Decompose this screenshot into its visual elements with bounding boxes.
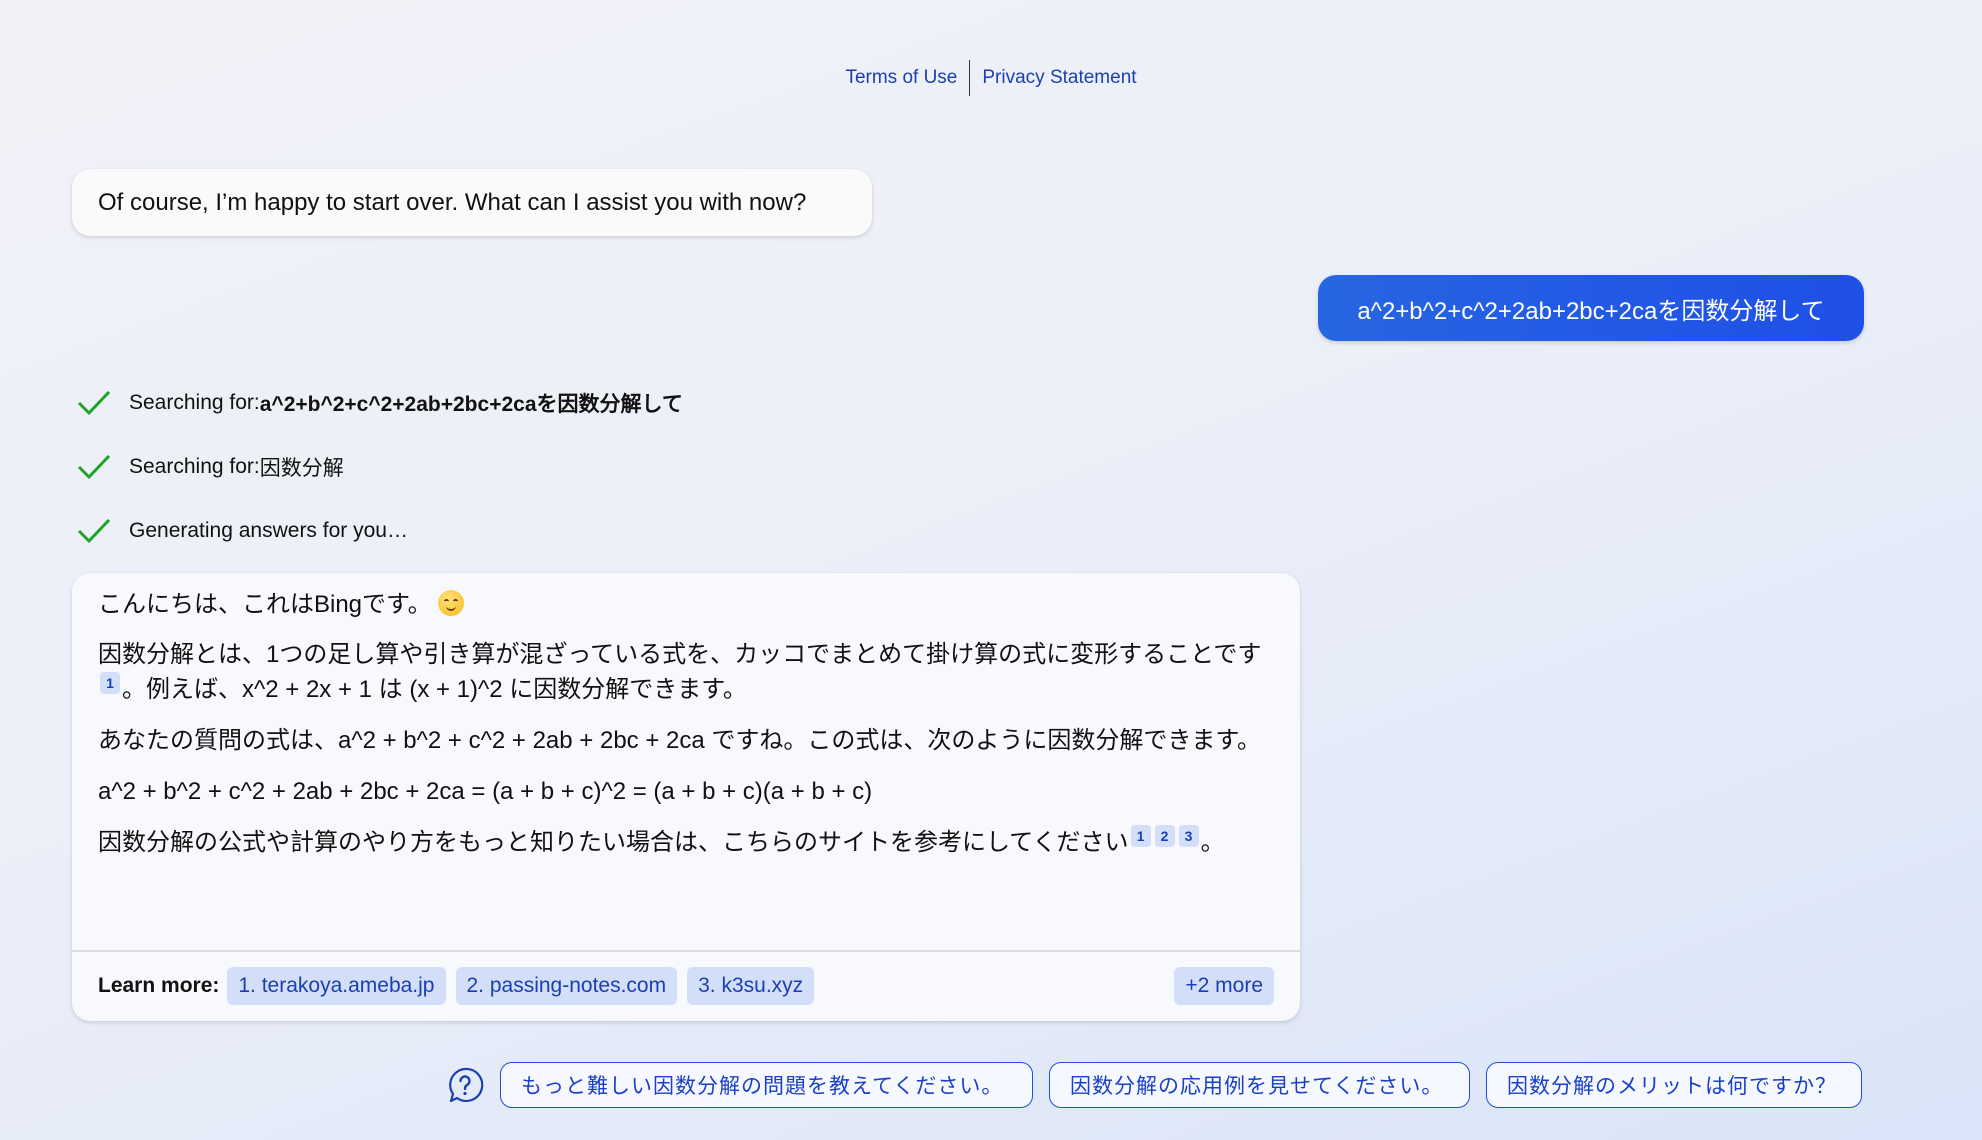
- status-generating: Generating answers for you…: [76, 516, 408, 546]
- citation-3[interactable]: 3: [1178, 825, 1199, 847]
- learn-more-label: Learn more:: [98, 974, 220, 997]
- suggestions-row: もっと難しい因数分解の問題を教えてください。 因数分解の応用例を見せてください。…: [446, 1062, 1878, 1108]
- status-searching-2: Searching for: 因数分解: [76, 452, 344, 482]
- citation-1[interactable]: 1: [1130, 825, 1151, 847]
- answer-formula: a^2 + b^2 + c^2 + 2ab + 2bc + 2ca = (a +…: [98, 778, 873, 805]
- paragraph-text: 因数分解とは、1つの足し算や引き算が混ざっている式を、カッコでまとめて掛け算の式…: [98, 641, 1262, 668]
- terms-of-use-link[interactable]: Terms of Use: [833, 60, 969, 96]
- answer-paragraph-1: 因数分解とは、1つの足し算や引き算が混ざっている式を、カッコでまとめて掛け算の式…: [98, 637, 1274, 707]
- user-message-text: a^2+b^2+c^2+2ab+2bc+2caを因数分解して: [1357, 297, 1825, 325]
- privacy-statement-link[interactable]: Privacy Statement: [970, 60, 1148, 96]
- status-query: a^2+b^2+c^2+2ab+2bc+2caを因数分解して: [259, 393, 683, 416]
- answer-paragraph-2: あなたの質問の式は、a^2 + b^2 + c^2 + 2ab + 2bc + …: [98, 727, 1261, 754]
- footer-links: Terms of Use Privacy Statement: [0, 60, 1982, 96]
- suggestion-button-3[interactable]: 因数分解のメリットは何ですか？: [1486, 1062, 1862, 1108]
- paragraph-text: 因数分解の公式や計算のやり方をもっと知りたい場合は、こちらのサイトを参考にしてく…: [98, 829, 1129, 856]
- source-link-3[interactable]: 3. k3su.xyz: [687, 967, 815, 1005]
- learn-more-bar: Learn more: 1. terakoya.ameba.jp 2. pass…: [98, 967, 1274, 1005]
- source-link-1[interactable]: 1. terakoya.ameba.jp: [227, 967, 446, 1005]
- answer-greeting: こんにちは、これはBingです。: [98, 587, 1274, 622]
- greeting-text: こんにちは、これはBingです。: [98, 591, 432, 618]
- source-link-2[interactable]: 2. passing-notes.com: [455, 967, 678, 1005]
- answer-card: こんにちは、これはBingです。 因数分解とは、1つの足し算や引き算が混ざってい…: [72, 573, 1300, 1021]
- paragraph-end: 。: [1200, 829, 1225, 856]
- user-message: a^2+b^2+c^2+2ab+2bc+2caを因数分解して: [1318, 275, 1864, 341]
- more-sources-button[interactable]: +2 more: [1174, 967, 1274, 1005]
- status-text: Generating answers for you…: [129, 519, 408, 542]
- suggestion-button-2[interactable]: 因数分解の応用例を見せてください。: [1049, 1062, 1470, 1108]
- status-prefix: Searching for:: [129, 391, 260, 414]
- answer-paragraph-3: 因数分解の公式や計算のやり方をもっと知りたい場合は、こちらのサイトを参考にしてく…: [98, 825, 1274, 860]
- bot-message: Of course, I’m happy to start over. What…: [72, 169, 872, 236]
- check-icon: [77, 390, 111, 416]
- card-divider: [72, 950, 1300, 952]
- status-query: 因数分解: [259, 457, 344, 480]
- status-searching-1: Searching for: a^2+b^2+c^2+2ab+2bc+2caを因…: [76, 388, 683, 418]
- paragraph-text: 。例えば、x^2 + 2x + 1 は (x + 1)^2 に因数分解できます。: [122, 676, 747, 703]
- citation-1[interactable]: 1: [100, 672, 120, 694]
- answer-body: こんにちは、これはBingです。 因数分解とは、1つの足し算や引き算が混ざってい…: [72, 573, 1300, 860]
- smiling-face-emoji-icon: [437, 590, 464, 616]
- citation-2[interactable]: 2: [1154, 825, 1175, 847]
- check-icon: [77, 518, 111, 544]
- bot-message-text: Of course, I’m happy to start over. What…: [98, 188, 807, 216]
- question-bubble-icon: [449, 1067, 484, 1103]
- status-prefix: Searching for:: [129, 455, 260, 478]
- suggestion-button-1[interactable]: もっと難しい因数分解の問題を教えてください。: [500, 1062, 1033, 1108]
- check-icon: [77, 454, 111, 480]
